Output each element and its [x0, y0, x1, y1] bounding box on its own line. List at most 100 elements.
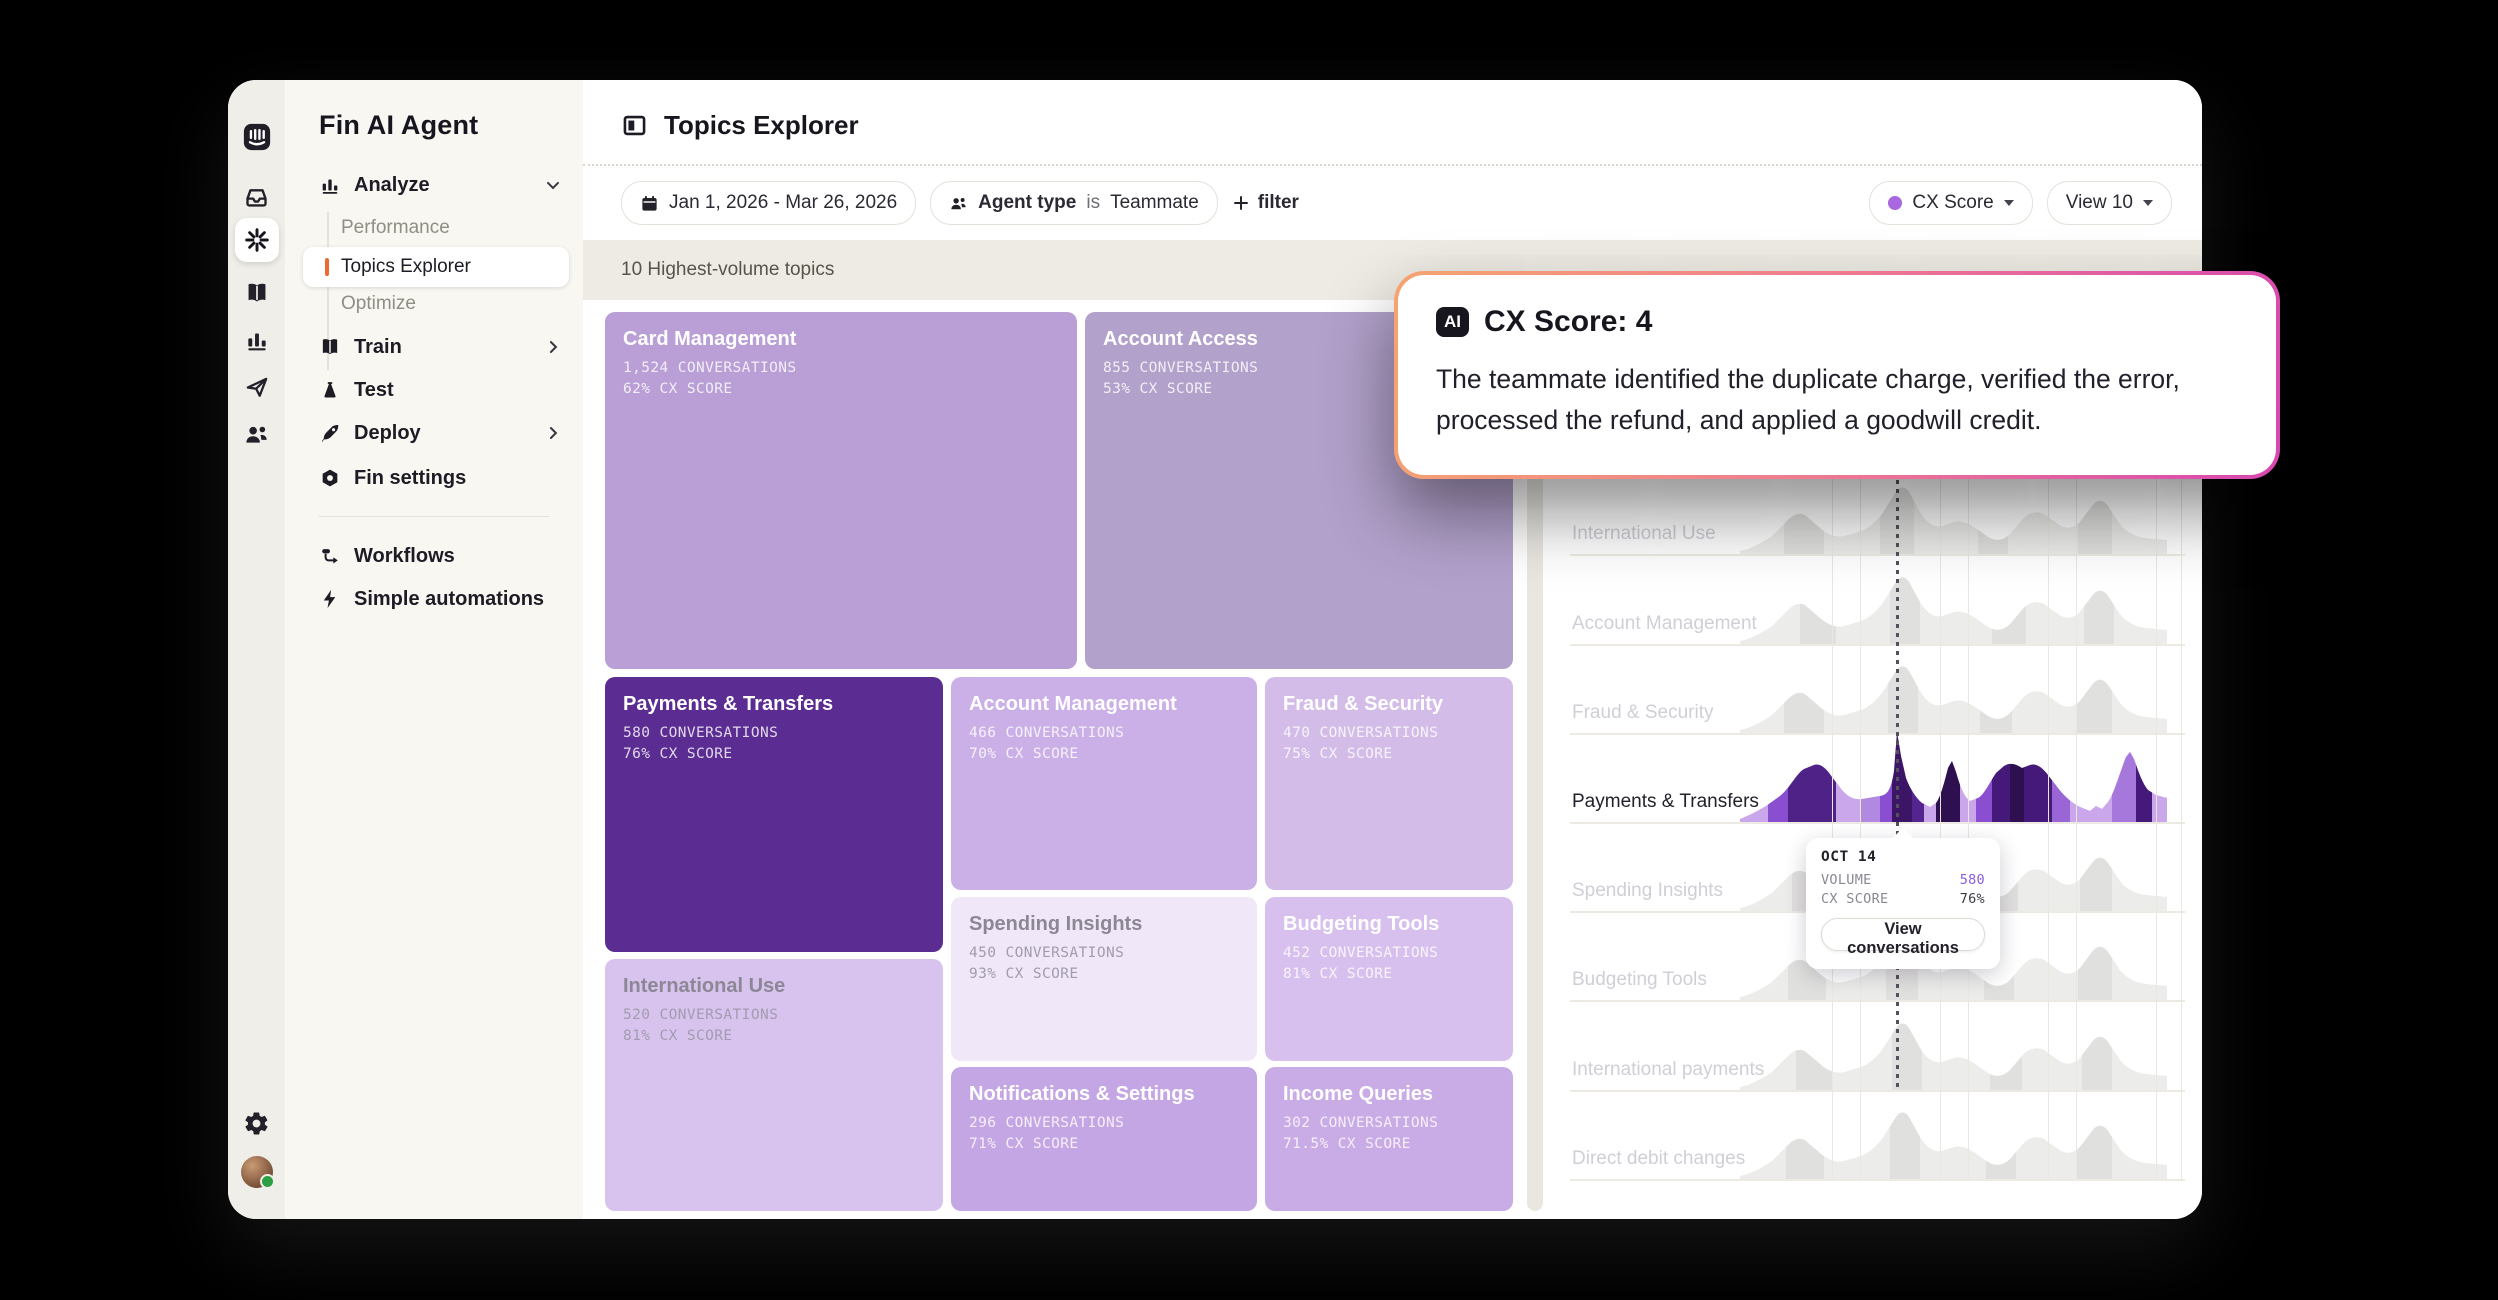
metric-selector[interactable]: CX Score — [1869, 181, 2032, 225]
fin-ai-agent-rail-item[interactable] — [235, 218, 279, 262]
view-conversations-button[interactable]: View conversations — [1821, 918, 1985, 951]
gridline — [2048, 470, 2049, 1179]
sidebar-item-label: Topics Explorer — [341, 256, 471, 278]
tile-score: 71.5% CX SCORE — [1283, 1134, 1513, 1155]
section-heading: 10 Highest-volume topics — [621, 259, 834, 281]
sidebar-divider — [319, 516, 549, 517]
tile-conversations: 470 CONVERSATIONS — [1283, 723, 1513, 744]
sidebar-item-label: Fin settings — [354, 467, 466, 490]
tile-title: Account Management — [969, 693, 1257, 716]
metric-color-dot — [1888, 196, 1902, 210]
treemap-tile-income-queries[interactable]: Income Queries 302 CONVERSATIONS 71.5% C… — [1265, 1067, 1513, 1211]
gridline — [2156, 470, 2157, 1179]
chart-tooltip: OCT 14 VOLUME580 CX SCORE76% View conver… — [1806, 838, 2000, 969]
sidebar-item-train[interactable]: Train — [319, 329, 563, 365]
ai-badge: AI — [1436, 307, 1469, 337]
tile-title: Budgeting Tools — [1283, 913, 1513, 936]
chevron-right-icon — [543, 337, 563, 357]
outbound-send-icon[interactable] — [228, 374, 285, 400]
ridgeline-row-direct-debit-changes[interactable]: Direct debit changes — [1570, 1090, 2185, 1181]
caret-down-icon — [2004, 200, 2014, 206]
row-label: Account Management — [1572, 613, 1757, 635]
settings-gear-icon[interactable] — [228, 1110, 285, 1137]
sidebar-item-simple-automations[interactable]: Simple automations — [319, 581, 563, 617]
sidebar-item-analyze[interactable]: Analyze — [319, 167, 563, 203]
inbox-icon[interactable] — [228, 184, 285, 211]
view-count-selector[interactable]: View 10 — [2047, 181, 2172, 225]
agent-type-value: Teammate — [1110, 192, 1199, 214]
cx-score-popup-title: CX Score: 4 — [1484, 305, 1652, 339]
workspace-rail — [228, 80, 285, 1219]
sidebar-item-topics-explorer-selected[interactable]: Topics Explorer — [303, 247, 569, 287]
treemap-tile-notifications-settings[interactable]: Notifications & Settings 296 CONVERSATIO… — [951, 1067, 1257, 1211]
metric-selector-value: CX Score — [1912, 192, 1993, 214]
analyze-chart-icon — [319, 174, 341, 196]
treemap-tile-payments-transfers[interactable]: Payments & Transfers 580 CONVERSATIONS 7… — [605, 677, 943, 952]
tile-conversations: 580 CONVERSATIONS — [623, 723, 943, 744]
tile-title: Income Queries — [1283, 1083, 1513, 1106]
tile-score: 76% CX SCORE — [623, 744, 943, 765]
row-label: Spending Insights — [1572, 880, 1723, 902]
sidebar-item-test[interactable]: Test — [319, 372, 563, 408]
tooltip-volume-value: 580 — [1960, 871, 1985, 890]
ridgeline-row-international-payments[interactable]: International payments — [1570, 1001, 2185, 1092]
treemap-tile-account-management[interactable]: Account Management 466 CONVERSATIONS 70%… — [951, 677, 1257, 890]
page-title-text: Topics Explorer — [664, 110, 859, 141]
deploy-rocket-icon — [319, 422, 341, 444]
sidebar-item-optimize[interactable]: Optimize — [341, 290, 416, 318]
agent-type-operator: is — [1086, 192, 1100, 214]
workflows-icon — [319, 545, 341, 567]
row-label: Payments & Transfers — [1572, 791, 1759, 813]
tile-conversations: 466 CONVERSATIONS — [969, 723, 1257, 744]
contacts-people-icon[interactable] — [228, 421, 285, 448]
intercom-logo[interactable] — [228, 122, 285, 152]
sidebar-item-label: Deploy — [354, 422, 421, 445]
page-title: Topics Explorer — [621, 110, 859, 141]
treemap-tile-card-management[interactable]: Card Management 1,524 CONVERSATIONS 62% … — [605, 312, 1077, 669]
calendar-icon — [640, 194, 659, 213]
add-filter-label: filter — [1258, 192, 1299, 214]
treemap-tile-budgeting-tools[interactable]: Budgeting Tools 452 CONVERSATIONS 81% CX… — [1265, 897, 1513, 1061]
tile-score: 70% CX SCORE — [969, 744, 1257, 765]
sidebar-item-workflows[interactable]: Workflows — [319, 538, 563, 574]
tile-title: International Use — [623, 975, 943, 998]
add-filter-button[interactable]: filter — [1232, 192, 1299, 214]
date-range-value: Jan 1, 2026 - Mar 26, 2026 — [669, 192, 897, 214]
tile-score: 81% CX SCORE — [1283, 964, 1513, 985]
sidebar-item-performance[interactable]: Performance — [341, 214, 450, 242]
plus-icon — [1232, 194, 1250, 212]
tile-conversations: 296 CONVERSATIONS — [969, 1113, 1257, 1134]
gridline — [2181, 470, 2182, 1179]
online-status-dot — [260, 1174, 275, 1189]
caret-down-icon — [2143, 200, 2153, 206]
treemap-tile-spending-insights[interactable]: Spending Insights 450 CONVERSATIONS 93% … — [951, 897, 1257, 1061]
tile-conversations: 520 CONVERSATIONS — [623, 1005, 943, 1026]
tile-score: 81% CX SCORE — [623, 1026, 943, 1047]
treemap-tile-international-use[interactable]: International Use 520 CONVERSATIONS 81% … — [605, 959, 943, 1211]
sidebar-item-fin-settings[interactable]: Fin settings — [319, 460, 563, 496]
sidebar-item-deploy[interactable]: Deploy — [319, 415, 563, 451]
agent-type-filter[interactable]: Agent type is Teammate — [930, 181, 1218, 225]
knowledge-book-icon[interactable] — [228, 280, 285, 306]
ridgeline-row-account-management[interactable]: Account Management — [1570, 555, 2185, 646]
gridline — [1860, 470, 1861, 1179]
ridgeline-row-payments-transfers[interactable]: Payments & Transfers — [1570, 733, 2185, 824]
train-book-icon — [319, 336, 341, 358]
user-avatar[interactable] — [228, 1156, 285, 1188]
app-window: Fin AI Agent Analyze Performance Topics … — [228, 80, 2202, 1219]
chevron-down-icon — [543, 175, 563, 195]
lightning-bolt-icon — [319, 588, 341, 610]
date-range-filter[interactable]: Jan 1, 2026 - Mar 26, 2026 — [621, 181, 916, 225]
agent-type-field: Agent type — [978, 192, 1076, 214]
gridline — [1940, 470, 1941, 1179]
sidebar-item-label: Performance — [341, 217, 450, 239]
cx-score-popup: AI CX Score: 4 The teammate identified t… — [1394, 271, 2280, 479]
reports-icon[interactable] — [228, 327, 285, 353]
sidebar-title: Fin AI Agent — [319, 110, 478, 141]
row-label: Budgeting Tools — [1572, 969, 1707, 991]
sidebar-item-label: Simple automations — [354, 588, 544, 611]
ridgeline-row-fraud-security[interactable]: Fraud & Security — [1570, 644, 2185, 735]
tile-conversations: 450 CONVERSATIONS — [969, 943, 1257, 964]
fin-starburst-icon — [244, 227, 270, 253]
treemap-tile-fraud-security[interactable]: Fraud & Security 470 CONVERSATIONS 75% C… — [1265, 677, 1513, 890]
